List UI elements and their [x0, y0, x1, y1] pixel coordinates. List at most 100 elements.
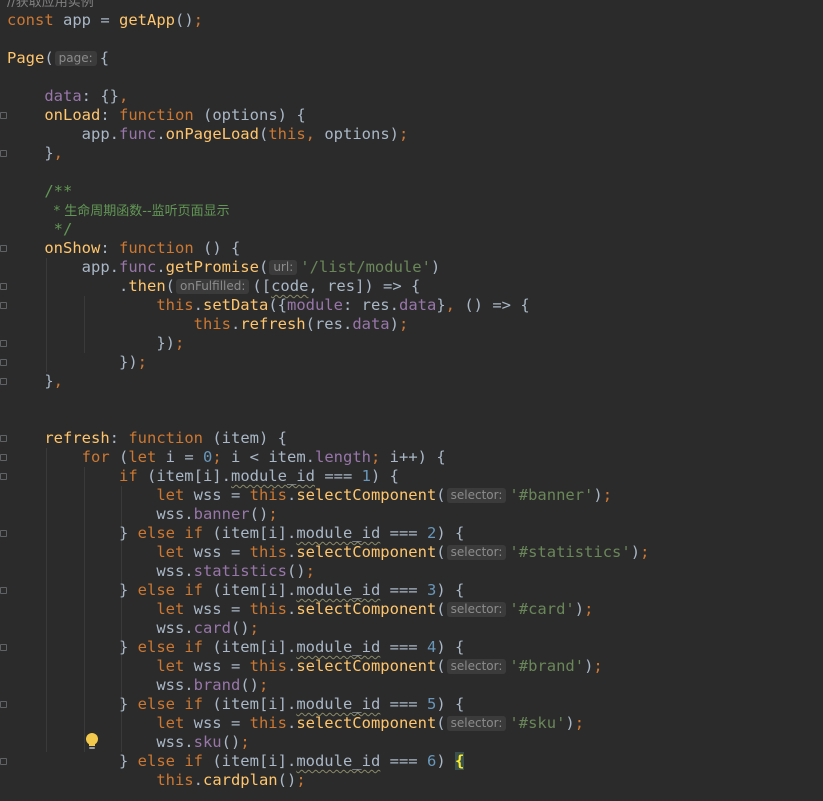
code-line[interactable] [7, 410, 649, 429]
code-line[interactable]: Page(page:{ [7, 49, 649, 68]
fold-marker-icon[interactable] [0, 340, 7, 347]
code-token: wss. [156, 676, 194, 694]
code-line[interactable] [7, 30, 649, 49]
code-line[interactable]: } else if (item[i].module_id === 6) { [7, 752, 649, 771]
fold-marker-icon[interactable] [0, 150, 7, 157]
code-line[interactable]: refresh: function (item) { [7, 429, 649, 448]
code-line[interactable]: data: {}, [7, 87, 649, 106]
code-token: selectComponent [296, 600, 437, 618]
code-token: app. [81, 258, 119, 276]
code-token: () [230, 619, 250, 637]
code-line[interactable]: let wss = this.selectComponent(selector:… [7, 714, 649, 733]
code-line[interactable]: wss.banner(); [7, 505, 649, 524]
code-line[interactable]: this.cardplan(); [7, 771, 649, 790]
code-line[interactable]: let wss = this.selectComponent(selector:… [7, 543, 649, 562]
code-line[interactable]: .then(onFulfilled: ([code, res]) => { [7, 277, 649, 296]
code-line[interactable]: wss.statistics(); [7, 562, 649, 581]
fold-marker-icon[interactable] [0, 758, 7, 765]
code-line[interactable]: wss.brand(); [7, 676, 649, 695]
fold-marker-icon[interactable] [0, 359, 7, 366]
code-line[interactable]: app.func.onPageLoad(this, options); [7, 125, 649, 144]
code-line[interactable] [7, 163, 649, 182]
fold-marker-icon[interactable] [0, 644, 7, 651]
code-line[interactable]: }); [7, 353, 649, 372]
code-token: module [286, 296, 343, 314]
code-line[interactable]: * 生命周期函数--监听页面显示 [7, 201, 649, 220]
code-line[interactable]: onShow: function () { [7, 239, 649, 258]
code-line[interactable]: onLoad: function (options) { [7, 106, 649, 125]
code-line[interactable]: } else if (item[i].module_id === 5) { [7, 695, 649, 714]
fold-marker-icon[interactable] [0, 701, 7, 708]
code-line[interactable]: */ [7, 220, 649, 239]
code-area[interactable]: //获取应用实例 const app = getApp(); Page(page:{… [7, 0, 649, 790]
code-line[interactable]: /** [7, 182, 649, 201]
code-line[interactable]: } else if (item[i].module_id === 3) { [7, 581, 649, 600]
code-token: : [109, 429, 129, 447]
fold-marker-icon[interactable] [0, 454, 7, 461]
fold-marker-icon[interactable] [0, 283, 7, 290]
fold-marker-icon[interactable] [0, 587, 7, 594]
code-token: ; [305, 562, 315, 580]
code-line[interactable]: //获取应用实例 [7, 0, 649, 11]
code-token: let [156, 714, 194, 732]
code-token: ( [436, 600, 446, 618]
code-token: then [128, 277, 166, 295]
fold-marker-icon[interactable] [0, 530, 7, 537]
code-editor[interactable]: //获取应用实例 const app = getApp(); Page(page:{… [0, 0, 823, 801]
code-line[interactable]: let wss = this.selectComponent(selector:… [7, 657, 649, 676]
code-token: ( [258, 258, 269, 276]
code-token: , [305, 125, 325, 143]
code-token: ; [593, 657, 603, 675]
code-line[interactable]: } else if (item[i].module_id === 2) { [7, 524, 649, 543]
code-line[interactable]: }, [7, 144, 649, 163]
code-token: this [156, 771, 194, 789]
lightbulb-icon[interactable] [84, 732, 100, 752]
code-token: else if [137, 581, 213, 599]
code-token: , [118, 87, 129, 105]
code-token: function [119, 239, 203, 257]
code-line[interactable]: }); [7, 334, 649, 353]
code-token: wss = [193, 714, 250, 732]
code-line[interactable]: if (item[i].module_id === 1) { [7, 467, 649, 486]
code-token: } [118, 581, 138, 599]
code-token: : [100, 106, 119, 124]
code-line[interactable]: const app = getApp(); [7, 11, 649, 30]
parameter-hint: selector: [446, 716, 507, 731]
code-line[interactable]: for (let i = 0; i < item.length; i++) { [7, 448, 649, 467]
code-line[interactable] [7, 391, 649, 410]
code-line[interactable]: let wss = this.selectComponent(selector:… [7, 486, 649, 505]
fold-marker-icon[interactable] [0, 112, 7, 119]
code-line[interactable]: }, [7, 372, 649, 391]
fold-marker-icon[interactable] [0, 435, 7, 442]
code-token: . [118, 277, 129, 295]
code-line[interactable]: let wss = this.selectComponent(selector:… [7, 600, 649, 619]
code-line[interactable]: this.refresh(res.data); [7, 315, 649, 334]
code-line[interactable]: wss.card(); [7, 619, 649, 638]
code-token: ; [584, 600, 594, 618]
code-line[interactable]: app.func.getPromise(url: '/list/module') [7, 258, 649, 277]
code-token: . [156, 258, 166, 276]
code-line[interactable] [7, 68, 649, 87]
code-token: this [249, 657, 287, 675]
code-token: this [268, 125, 306, 143]
code-line[interactable]: wss.sku(); [7, 733, 649, 752]
fold-marker-icon[interactable] [0, 378, 7, 385]
code-token: : res. [342, 296, 399, 314]
code-token: card [193, 619, 231, 637]
code-token: data [44, 87, 82, 105]
code-line[interactable]: this.setData({module: res.data}, () => { [7, 296, 649, 315]
code-token: } [118, 752, 138, 770]
fold-marker-icon[interactable] [0, 302, 7, 309]
fold-marker-icon[interactable] [0, 245, 7, 252]
fold-marker-icon[interactable] [0, 473, 7, 480]
code-token: ) [574, 600, 585, 618]
code-line[interactable]: } else if (item[i].module_id === 4) { [7, 638, 649, 657]
code-token: } [44, 372, 54, 390]
code-token: ) { [436, 581, 465, 599]
code-token: () [286, 562, 306, 580]
